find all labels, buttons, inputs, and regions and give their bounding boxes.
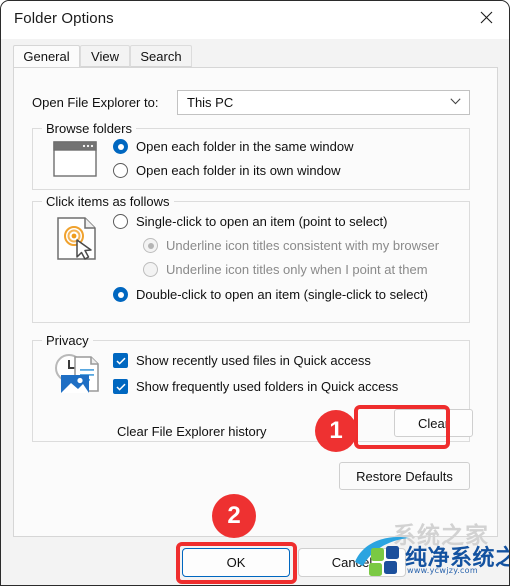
recent-files-icon: [55, 354, 99, 393]
tab-search[interactable]: Search: [130, 45, 192, 67]
radio-own-window[interactable]: Open each folder in its own window: [113, 163, 341, 178]
radio-single-click-label: Single-click to open an item (point to s…: [136, 214, 388, 229]
open-file-explorer-value: This PC: [187, 95, 234, 110]
radio-underline-browser-label: Underline icon titles consistent with my…: [166, 238, 440, 253]
radio-double-click-indicator: [113, 287, 128, 302]
privacy-group: Privacy Show recently used files in Quic…: [32, 333, 473, 442]
general-tab-panel: Open File Explorer to: This PC Browse fo…: [13, 67, 498, 537]
open-file-explorer-label: Open File Explorer to:: [32, 95, 159, 110]
privacy-title: Privacy: [42, 333, 93, 348]
check-icon: [115, 357, 126, 365]
restore-defaults-button[interactable]: Restore Defaults: [339, 462, 470, 490]
checkbox-frequent-folders-label: Show frequently used folders in Quick ac…: [136, 379, 399, 394]
checkbox-recent-files-label: Show recently used files in Quick access: [136, 353, 371, 368]
radio-underline-hover: Underline icon titles only when I point …: [143, 262, 428, 277]
open-file-explorer-dropdown[interactable]: This PC: [177, 90, 470, 115]
checkbox-recent-files[interactable]: Show recently used files in Quick access: [113, 353, 371, 368]
chevron-down-icon: [450, 98, 461, 105]
folder-options-dialog: Folder Options General View Search Open …: [0, 0, 510, 586]
radio-same-window[interactable]: Open each folder in the same window: [113, 139, 354, 154]
radio-underline-hover-indicator: [143, 262, 158, 277]
watermark-url-text: www.ycwjzy.com: [407, 566, 478, 575]
radio-underline-browser-indicator: [143, 238, 158, 253]
radio-own-window-label: Open each folder in its own window: [136, 163, 341, 178]
radio-double-click[interactable]: Double-click to open an item (single-cli…: [113, 287, 428, 302]
watermark-brand-text: 纯净系统之家: [405, 546, 509, 571]
tab-general[interactable]: General: [13, 45, 80, 67]
cancel-button-label: Cancel: [331, 555, 373, 570]
tab-general-label: General: [23, 49, 70, 64]
radio-same-window-indicator: [113, 139, 128, 154]
radio-underline-browser: Underline icon titles consistent with my…: [143, 238, 439, 253]
cancel-button[interactable]: Cancel: [298, 548, 406, 577]
click-items-title: Click items as follows: [42, 194, 174, 209]
window-icon: [53, 141, 97, 177]
tab-view-label: View: [91, 48, 119, 64]
restore-defaults-label: Restore Defaults: [356, 468, 453, 484]
clear-history-label: Clear File Explorer history: [117, 424, 267, 439]
radio-double-click-label: Double-click to open an item (single-cli…: [136, 287, 428, 302]
tab-strip: General View Search: [1, 39, 509, 67]
radio-own-window-indicator: [113, 163, 128, 178]
clear-button-label: Clear: [417, 415, 450, 431]
ok-button-label: OK: [226, 555, 246, 570]
close-button[interactable]: [463, 1, 509, 34]
radio-single-click[interactable]: Single-click to open an item (point to s…: [113, 214, 387, 229]
clear-button[interactable]: Clear: [394, 409, 473, 437]
close-icon: [480, 11, 492, 24]
checkbox-recent-files-indicator: [113, 353, 128, 368]
checkbox-frequent-folders-indicator: [113, 379, 128, 394]
browse-folders-title: Browse folders: [42, 121, 136, 136]
ok-button[interactable]: OK: [182, 548, 290, 577]
radio-single-click-indicator: [113, 214, 128, 229]
check-icon: [115, 383, 126, 391]
title-bar: Folder Options: [1, 1, 509, 39]
browse-folders-group: Browse folders Open each folder in the s…: [32, 121, 470, 190]
click-page-icon: [57, 217, 96, 260]
tab-search-label: Search: [140, 48, 182, 64]
checkbox-frequent-folders[interactable]: Show frequently used folders in Quick ac…: [113, 379, 398, 394]
click-items-group: Click items as follows Single-click to o…: [32, 194, 470, 323]
radio-same-window-label: Open each folder in the same window: [136, 139, 354, 154]
radio-underline-hover-label: Underline icon titles only when I point …: [166, 262, 428, 277]
tab-view[interactable]: View: [80, 45, 130, 67]
window-title: Folder Options: [14, 10, 114, 27]
